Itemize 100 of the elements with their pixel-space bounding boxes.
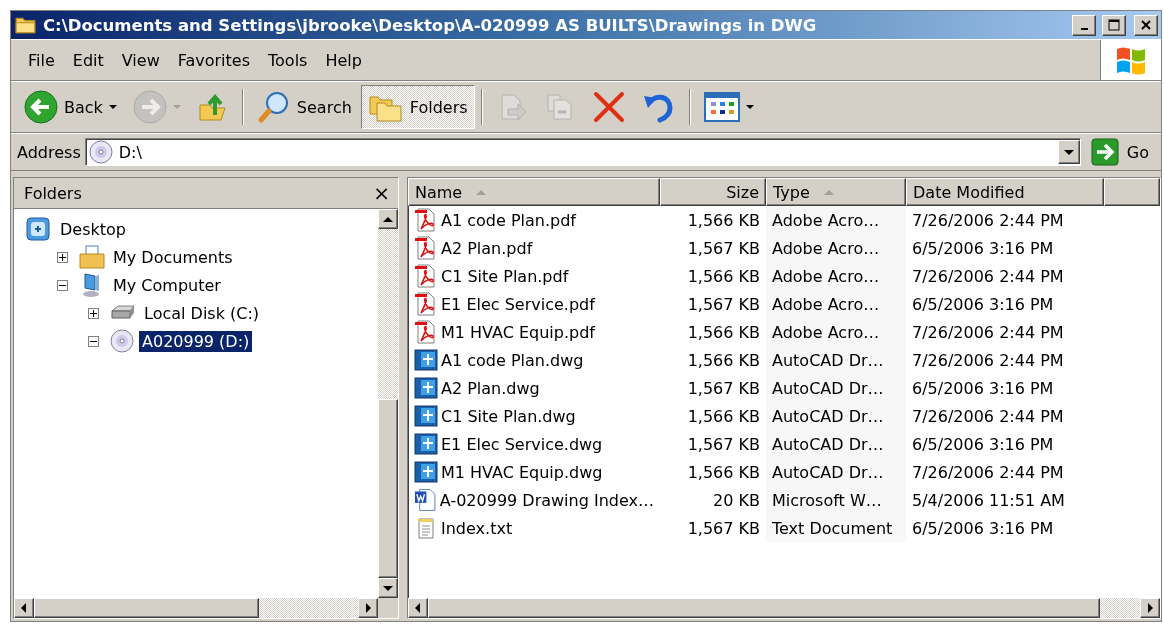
dwg-file-icon bbox=[414, 376, 438, 400]
file-type: Adobe Acro… bbox=[766, 206, 906, 234]
menu-item[interactable]: Help bbox=[316, 50, 371, 70]
dropdown-button[interactable] bbox=[1057, 140, 1080, 164]
file-date: 6/5/2006 3:16 PM bbox=[911, 377, 1055, 400]
file-name-cell[interactable]: Index.txt bbox=[408, 514, 660, 542]
file-name: C1 Site Plan.dwg bbox=[441, 406, 576, 426]
windows-flag-icon bbox=[1115, 45, 1147, 75]
back-button[interactable]: Back bbox=[17, 85, 124, 129]
desktop-icon bbox=[26, 216, 52, 242]
column-header[interactable]: Date Modified bbox=[906, 178, 1104, 206]
minimize-button[interactable] bbox=[1072, 14, 1096, 36]
expander[interactable] bbox=[57, 251, 68, 263]
expander[interactable] bbox=[88, 307, 99, 319]
file-type: AutoCAD Dr… bbox=[766, 402, 906, 430]
file-type: Adobe Acro… bbox=[766, 262, 906, 290]
file-type: Adobe Acro… bbox=[766, 234, 906, 262]
file-type: Adobe Acro… bbox=[766, 290, 906, 318]
folders-button[interactable]: Folders bbox=[360, 85, 475, 129]
file-size: 1,566 KB bbox=[686, 209, 761, 232]
address-label: Address bbox=[17, 142, 81, 162]
file-name-cell[interactable]: M1 HVAC Equip.dwg bbox=[408, 458, 660, 486]
file-name-cell[interactable]: M1 HVAC Equip.pdf bbox=[408, 318, 660, 346]
file-name: A2 Plan.dwg bbox=[441, 378, 540, 398]
up-arrow-icon bbox=[383, 214, 393, 224]
file-size: 1,566 KB bbox=[686, 405, 761, 428]
file-type: AutoCAD Dr… bbox=[766, 374, 906, 402]
tree-item[interactable]: Desktop bbox=[57, 218, 129, 240]
minimize-icon bbox=[1080, 28, 1088, 30]
menu-item[interactable]: View bbox=[112, 50, 169, 70]
right-arrow-icon bbox=[363, 603, 373, 613]
file-name-cell[interactable]: A1 code Plan.pdf bbox=[408, 206, 660, 234]
down-arrow-icon bbox=[1063, 147, 1074, 157]
file-size: 1,566 KB bbox=[686, 461, 761, 484]
maximize-button[interactable] bbox=[1102, 14, 1126, 36]
go-button[interactable]: Go bbox=[1084, 137, 1157, 167]
address-field[interactable]: D:\ bbox=[84, 138, 1081, 166]
up-arrow-icon bbox=[476, 187, 487, 197]
file-name-cell[interactable]: A2 Plan.pdf bbox=[408, 234, 660, 262]
file-name-cell[interactable]: E1 Elec Service.dwg bbox=[408, 430, 660, 458]
right-arrow-icon bbox=[1145, 603, 1155, 613]
file-name: A1 code Plan.pdf bbox=[441, 210, 576, 230]
file-name-cell[interactable]: A2 Plan.dwg bbox=[408, 374, 660, 402]
tree-item[interactable]: My Documents bbox=[110, 246, 236, 268]
word-document-icon bbox=[414, 488, 437, 512]
menu-item[interactable]: File bbox=[19, 50, 64, 70]
tree-item[interactable]: My Computer bbox=[110, 274, 224, 296]
column-header[interactable] bbox=[1104, 178, 1160, 206]
window-title: C:\Documents and Settings\jbrooke\Desktop\A-020999 AS BUILTS\Drawings in DWG bbox=[43, 15, 818, 35]
pane-title: Folders bbox=[24, 183, 82, 203]
menu-item[interactable]: Favorites bbox=[168, 50, 259, 70]
file-size: 1,566 KB bbox=[686, 349, 761, 372]
file-date: 7/26/2006 2:44 PM bbox=[911, 405, 1065, 428]
menu-item[interactable]: Edit bbox=[63, 50, 113, 70]
pdf-file-icon bbox=[414, 208, 438, 232]
column-header[interactable]: Size bbox=[660, 178, 766, 206]
file-size: 1,566 KB bbox=[686, 265, 761, 288]
file-size: 20 KB bbox=[712, 489, 761, 512]
file-name-cell[interactable]: C1 Site Plan.pdf bbox=[408, 262, 660, 290]
pdf-file-icon bbox=[414, 320, 438, 344]
dwg-file-icon bbox=[414, 432, 438, 456]
tree-item[interactable]: A020999 (D:) bbox=[139, 330, 253, 352]
file-name: C1 Site Plan.pdf bbox=[441, 266, 569, 286]
file-date: 7/26/2006 2:44 PM bbox=[911, 209, 1065, 232]
documents-folder-icon bbox=[79, 244, 105, 270]
close-button[interactable] bbox=[1134, 14, 1158, 36]
search-button[interactable]: Search bbox=[249, 85, 359, 129]
file-date: 5/4/2006 11:51 AM bbox=[911, 489, 1066, 512]
menu-item[interactable]: Tools bbox=[259, 50, 317, 70]
pdf-file-icon bbox=[414, 292, 438, 316]
file-date: 7/26/2006 2:44 PM bbox=[911, 461, 1065, 484]
close-pane-button[interactable]: × bbox=[373, 183, 390, 203]
file-size: 1,567 KB bbox=[686, 237, 761, 260]
file-name: A-020999 Drawing Index… bbox=[439, 490, 654, 510]
column-header[interactable]: Name bbox=[408, 178, 660, 206]
file-size: 1,567 KB bbox=[686, 433, 761, 456]
column-header[interactable]: Type bbox=[766, 178, 906, 206]
scroll-thumb[interactable] bbox=[378, 399, 398, 578]
expander[interactable] bbox=[57, 279, 68, 291]
file-type: Microsoft W… bbox=[766, 486, 906, 514]
expander[interactable] bbox=[88, 335, 99, 347]
file-size: 1,567 KB bbox=[686, 517, 761, 540]
file-name-cell[interactable]: E1 Elec Service.pdf bbox=[408, 290, 660, 318]
cd-icon bbox=[88, 140, 113, 164]
tree-item[interactable]: Local Disk (C:) bbox=[141, 302, 263, 324]
file-type: Text Document bbox=[766, 514, 906, 542]
scroll-thumb[interactable] bbox=[34, 598, 259, 618]
pdf-file-icon bbox=[414, 264, 438, 288]
vertical-scrollbar[interactable] bbox=[378, 209, 398, 598]
horizontal-scrollbar[interactable] bbox=[14, 598, 398, 618]
file-name-cell[interactable]: A1 code Plan.dwg bbox=[408, 346, 660, 374]
file-size: 1,567 KB bbox=[686, 293, 761, 316]
file-name-cell[interactable]: C1 Site Plan.dwg bbox=[408, 402, 660, 430]
left-arrow-icon bbox=[413, 603, 423, 613]
file-name: M1 HVAC Equip.pdf bbox=[441, 322, 595, 342]
down-arrow-icon bbox=[383, 583, 393, 593]
views-icon bbox=[703, 92, 740, 122]
dwg-file-icon bbox=[414, 460, 438, 484]
file-name-cell[interactable]: A-020999 Drawing Index… bbox=[408, 486, 660, 514]
file-date: 6/5/2006 3:16 PM bbox=[911, 293, 1055, 316]
